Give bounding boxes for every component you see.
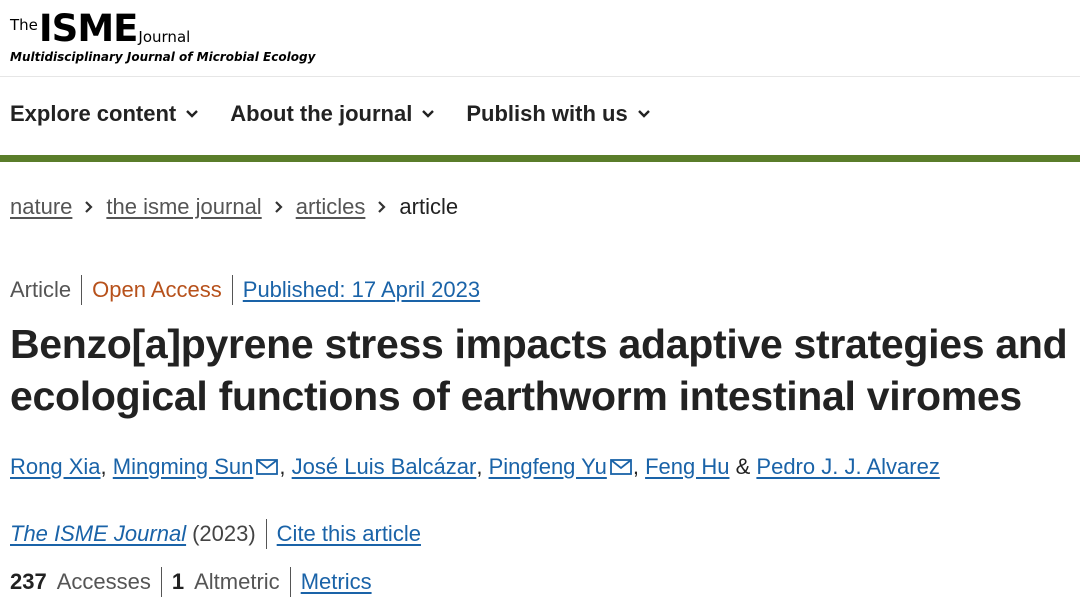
accesses-label: Accesses <box>56 569 151 594</box>
article-type: Article <box>10 277 72 302</box>
main-nav: Explore content About the journal Publis… <box>10 101 682 127</box>
chevron-down-icon <box>422 110 435 118</box>
journal-link[interactable]: The ISME Journal <box>10 521 186 547</box>
author-link[interactable]: Feng Hu <box>645 454 729 480</box>
chevron-down-icon <box>186 110 199 118</box>
article-meta: Article Open Access Published: 17 April … <box>10 275 480 305</box>
ampersand: & <box>735 454 751 479</box>
journal-logo[interactable]: The ISME Journal Multidisciplinary Journ… <box>10 10 315 64</box>
logo-journal: Journal <box>138 28 191 46</box>
logo-the: The <box>10 16 38 34</box>
breadcrumb: nature the isme journal articles article <box>10 194 458 220</box>
chevron-right-icon <box>377 200 387 214</box>
open-access-label: Open Access <box>92 277 222 302</box>
author-link[interactable]: Rong Xia <box>10 454 101 480</box>
meta-divider <box>160 567 162 597</box>
author-link[interactable]: Pedro J. J. Alvarez <box>756 454 939 480</box>
author-link[interactable]: Pingfeng Yu <box>489 454 607 480</box>
metrics-row: 237 Accesses 1 Altmetric Metrics <box>10 567 372 597</box>
author-link[interactable]: José Luis Balcázar <box>292 454 477 480</box>
logo-subtitle: Multidisciplinary Journal of Microbial E… <box>10 50 316 64</box>
mail-icon[interactable] <box>256 459 279 475</box>
citation-row: The ISME Journal (2023) Cite this articl… <box>10 519 421 549</box>
breadcrumb-the-isme-journal[interactable]: the isme journal <box>106 194 261 220</box>
logo-wordmark: The ISME Journal <box>10 10 315 47</box>
article-title-line-2: ecological functions of earthworm intest… <box>10 373 1022 419</box>
article-title: Benzo[a]pyrene stress impacts adaptive s… <box>10 318 1080 422</box>
meta-divider <box>231 275 233 305</box>
chevron-down-icon <box>637 110 650 118</box>
breadcrumb-current: article <box>399 194 459 219</box>
nav-publish-with-us[interactable]: Publish with us <box>466 101 650 127</box>
nav-explore-content[interactable]: Explore content <box>10 101 199 127</box>
metrics-link[interactable]: Metrics <box>301 569 372 595</box>
author-list: Rong Xia, Mingming Sun , José Luis Balcá… <box>10 454 940 480</box>
meta-divider <box>265 519 267 549</box>
chevron-right-icon <box>84 200 94 214</box>
logo-isme: ISME <box>38 7 139 50</box>
chevron-right-icon <box>274 200 284 214</box>
accesses-count: 237 <box>10 569 47 594</box>
altmetric-count: 1 <box>171 569 185 594</box>
nav-label: Explore content <box>10 101 177 126</box>
nav-label: About the journal <box>230 101 413 126</box>
altmetric-label: Altmetric <box>194 569 280 594</box>
citation-year: (2023) <box>192 521 256 546</box>
published-date-link[interactable]: Published: 17 April 2023 <box>243 277 480 303</box>
nav-about-the-journal[interactable]: About the journal <box>230 101 435 127</box>
author-link[interactable]: Mingming Sun <box>113 454 254 480</box>
breadcrumb-nature[interactable]: nature <box>10 194 72 220</box>
cite-this-article-link[interactable]: Cite this article <box>277 521 421 547</box>
meta-divider <box>289 567 291 597</box>
mail-icon[interactable] <box>609 459 632 475</box>
accent-bar <box>0 155 1080 162</box>
meta-divider <box>81 275 83 305</box>
header-divider <box>0 76 1080 77</box>
article-title-line-1: Benzo[a]pyrene stress impacts adaptive s… <box>10 321 1068 367</box>
breadcrumb-articles[interactable]: articles <box>296 194 366 220</box>
nav-label: Publish with us <box>466 101 628 126</box>
